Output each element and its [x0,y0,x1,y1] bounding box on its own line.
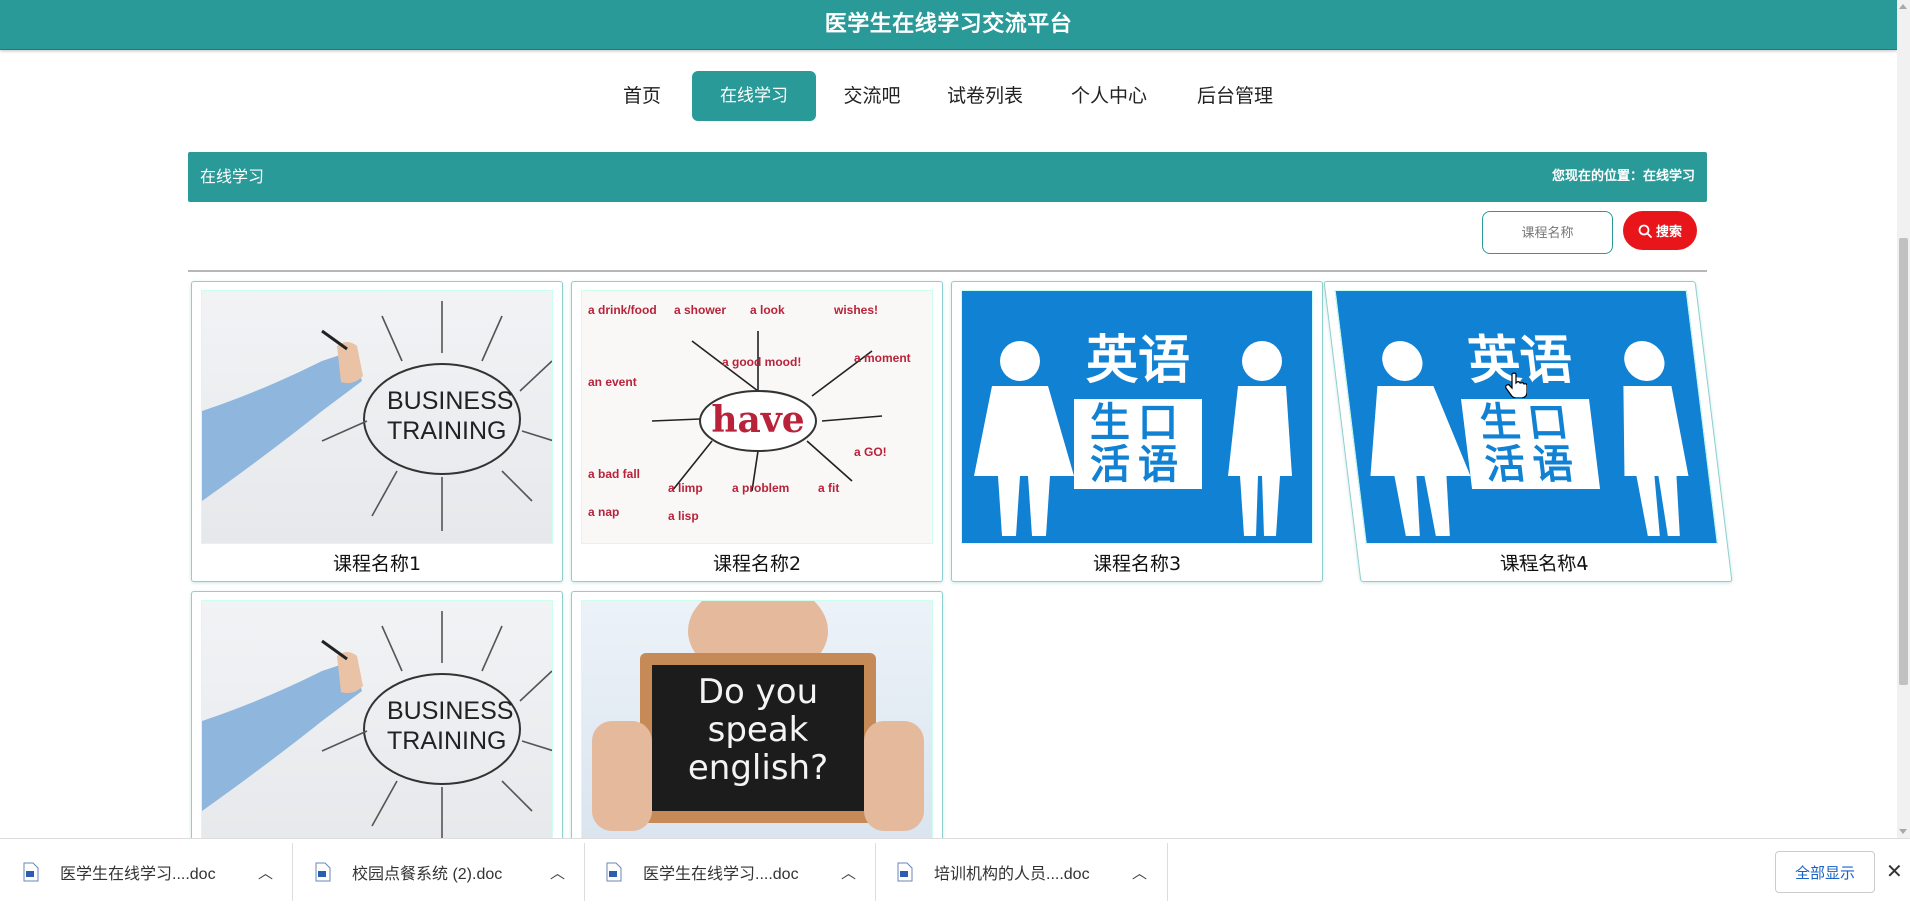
course-thumbnail-business-training: BUSINESS TRAINING [201,290,553,544]
course-name[interactable]: 课程名称1 [192,549,562,576]
scrollbar-thumb[interactable] [1899,238,1908,685]
word-label: an event [588,375,637,389]
word-label: wishes! [834,303,879,317]
word-label: a drink/food [588,303,657,317]
course-card[interactable]: BUSINESS TRAINING 课程名称1 [191,281,563,582]
search-icon [1638,224,1652,238]
oral-title-bot: 活语 [1482,442,1584,488]
oral-title-mid: 生口 [1090,400,1186,446]
chalk-line: english? [687,748,829,788]
course-card[interactable]: 英语 生口 活语 课程名称3 [951,281,1323,582]
word-label: a look [750,303,785,317]
page-scrollbar[interactable] [1897,0,1910,838]
download-bar: 医学生在线学习....doc ︿ 校园点餐系统 (2).doc ︿ 医学生在线学… [0,838,1910,904]
download-item[interactable]: 校园点餐系统 (2).doc ︿ [314,839,584,904]
word-label: a nap [588,505,620,519]
doc-file-icon [606,862,622,882]
divider [292,843,293,901]
oral-title-top: 英语 [1085,331,1190,391]
have-center-word: have [711,399,805,441]
chevron-up-icon[interactable]: ︿ [1132,862,1147,883]
scroll-up-icon[interactable] [1899,4,1907,9]
thumbnail-caption: BUSINESS TRAINING [387,386,514,446]
course-thumbnail-have-word-map: have a drink/food a shower a look wishes… [581,290,933,544]
search-button[interactable]: 搜索 [1623,211,1697,250]
section-title: 在线学习 [200,167,265,186]
course-thumbnail-english-oral: 英语 生口 活语 [961,290,1313,544]
nav-online-learning[interactable]: 在线学习 [692,71,816,121]
word-label: a limp [668,481,703,495]
download-item[interactable]: 培训机构的人员....doc ︿ [896,839,1166,904]
download-item[interactable]: 医学生在线学习....doc ︿ [605,839,875,904]
course-search-input[interactable] [1482,211,1613,254]
course-card[interactable]: have a drink/food a shower a look wishes… [571,281,943,582]
chalk-line: Do you [697,672,819,712]
doc-file-icon [897,862,913,882]
divider [875,843,876,901]
nav-admin[interactable]: 后台管理 [1186,71,1284,121]
scroll-down-icon[interactable] [1899,829,1907,834]
word-label: a bad fall [588,467,641,481]
chevron-up-icon[interactable]: ︿ [258,862,273,883]
course-name[interactable]: 课程名称3 [952,549,1322,576]
nav-personal-center[interactable]: 个人中心 [1060,71,1158,121]
download-filename: 培训机构的人员....doc [934,866,1090,883]
course-thumbnail-english-oral: 英语 生口 活语 [1334,290,1718,544]
divider [1167,843,1168,901]
thumbnail-caption: BUSINESS TRAINING [387,696,514,756]
word-label: a good mood! [722,355,802,369]
divider [584,843,585,901]
doc-file-icon [23,862,39,882]
course-name[interactable]: 课程名称2 [572,549,942,576]
close-icon[interactable]: ✕ [1886,859,1903,883]
breadcrumb: 您现在的位置：在线学习 [1551,169,1695,184]
course-card-hovered[interactable]: 英语 生口 活语 课程名称4 [1323,281,1733,582]
chalkboard-text: Do you speak english? [652,673,864,787]
download-filename: 医学生在线学习....doc [60,866,216,883]
chevron-up-icon[interactable]: ︿ [550,862,565,883]
caption-line: TRAINING [387,727,507,755]
caption-line: BUSINESS [387,697,514,725]
word-label: a fit [818,481,840,495]
word-label: a moment [854,351,911,365]
site-header: 医学生在线学习交流平台 [0,0,1897,50]
nav-exam-list[interactable]: 试卷列表 [936,71,1034,121]
hand-cursor-icon [1505,372,1527,398]
course-thumbnail-business-training: BUSINESS TRAINING [201,600,553,854]
chevron-up-icon[interactable]: ︿ [841,862,856,883]
word-label: a lisp [668,509,699,523]
oral-title-mid: 生口 [1477,400,1579,446]
search-button-label: 搜索 [1655,224,1682,239]
site-title: 医学生在线学习交流平台 [824,12,1073,37]
word-label: a shower [674,303,727,317]
caption-line: TRAINING [387,417,507,445]
course-thumbnail-do-you-speak-english: Do you speak english? [581,600,933,854]
word-label: a GO! [854,445,887,459]
nav-forum[interactable]: 交流吧 [832,71,912,121]
word-label: a problem [732,481,790,495]
download-filename: 医学生在线学习....doc [643,866,799,883]
download-item[interactable]: 医学生在线学习....doc ︿ [22,839,292,904]
divider [188,270,1707,272]
chalk-line: speak [707,710,809,750]
doc-file-icon [315,862,331,882]
nav-home[interactable]: 首页 [604,71,680,121]
caption-line: BUSINESS [387,387,514,415]
course-name[interactable]: 课程名称4 [1357,549,1730,576]
show-all-downloads-button[interactable]: 全部显示 [1775,851,1875,893]
main-nav: 首页 在线学习 交流吧 试卷列表 个人中心 后台管理 [0,71,1897,121]
download-filename: 校园点餐系统 (2).doc [352,866,503,883]
section-header: 在线学习 您现在的位置：在线学习 [188,152,1707,202]
oral-title-bot: 活语 [1090,442,1186,488]
